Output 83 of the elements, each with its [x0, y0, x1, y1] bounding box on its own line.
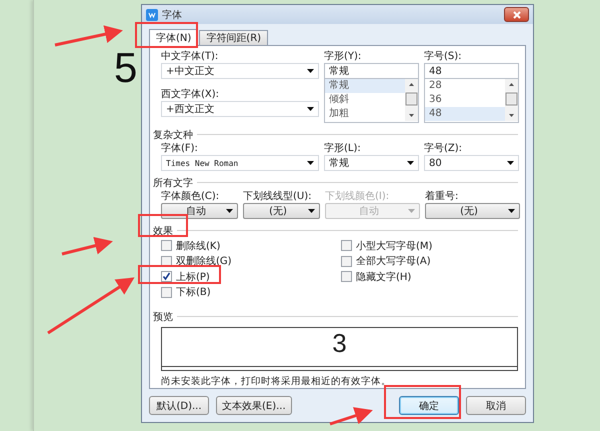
dropdown[interactable]: 常规 [324, 155, 419, 171]
checkbox-label: 双删除线(G) [176, 254, 232, 268]
checkbox-label: 全部大写字母(A) [356, 254, 431, 268]
app-icon [146, 8, 158, 20]
list-item[interactable]: 28 [425, 79, 505, 93]
dropdown[interactable]: +西文正文 [161, 101, 319, 117]
caret-icon [307, 107, 314, 111]
dropdown-value: +西文正文 [166, 102, 216, 116]
input-field[interactable]: 48 [424, 63, 519, 79]
checkbox[interactable] [161, 256, 172, 267]
tab[interactable]: 字符间距(R) [199, 30, 268, 45]
list-item[interactable]: 加粗 [325, 107, 405, 121]
dialog-button[interactable]: 取消 [466, 396, 526, 415]
dropdown-button[interactable]: (无) [243, 203, 320, 219]
field-label: 字号(S): [424, 50, 463, 63]
scrollbar[interactable] [505, 79, 518, 121]
caret-icon [308, 209, 315, 213]
notice-text: 尚未安装此字体，打印时将采用最相近的有效字体。 [161, 375, 392, 388]
arrow [54, 25, 123, 46]
dialog-button[interactable]: 文本效果(E)... [216, 396, 292, 415]
dropdown-value: 自动 [185, 205, 207, 218]
caret-icon [407, 161, 414, 165]
section-heading: 所有文字 [153, 176, 193, 190]
close-button[interactable] [504, 7, 529, 22]
scrollbar[interactable] [405, 79, 418, 121]
section-heading: 效果 [153, 224, 173, 238]
caret-icon [307, 161, 314, 165]
dropdown[interactable]: 80 [424, 155, 519, 171]
caret-icon [307, 69, 314, 73]
caret-icon [408, 209, 415, 213]
section-heading: 预览 [153, 310, 173, 324]
checkbox-label: 下标(B) [176, 286, 211, 300]
dropdown-value: 80 [429, 158, 443, 168]
checkbox-label: 删除线(K) [176, 240, 220, 253]
list-item[interactable]: 常规 [325, 79, 405, 93]
section-heading: 复杂文种 [153, 128, 193, 142]
list-item[interactable]: 倾斜 [325, 93, 405, 107]
checkbox-label: 小型大写字母(M) [356, 240, 432, 253]
field-label: 西文字体(X): [161, 88, 220, 101]
field-label: 字形(L): [324, 142, 362, 155]
dropdown-button[interactable]: 自动 [161, 203, 238, 219]
caret-icon [508, 209, 515, 213]
dropdown-value: 自动 [358, 205, 380, 218]
dialog-button[interactable]: 确定 [399, 396, 459, 415]
field-label: 着重号: [425, 190, 460, 203]
field-label: 字号(Z): [424, 142, 464, 155]
arrow [330, 407, 373, 426]
close-icon [512, 10, 520, 18]
checkbox-label: 隐藏文字(H) [356, 270, 412, 284]
field-label: 字体(F): [161, 142, 199, 155]
field-label: 中文字体(T): [161, 50, 220, 63]
dropdown-value: 常规 [329, 156, 350, 170]
checkbox-label: 上标(P) [176, 270, 210, 284]
checkbox[interactable] [161, 286, 172, 298]
dropdown[interactable]: Times New Roman [161, 155, 319, 171]
checkbox[interactable] [341, 256, 352, 267]
list-item[interactable]: 48 [425, 107, 505, 121]
field-label: 字形(Y): [324, 50, 362, 63]
dropdown[interactable]: +中文正文 [161, 63, 319, 79]
checkbox[interactable] [341, 240, 352, 252]
dropdown-value: Times New Roman [166, 158, 240, 168]
dropdown-button[interactable]: (无) [425, 203, 520, 219]
checkbox[interactable] [161, 240, 172, 252]
dropdown-value: (无) [268, 205, 288, 218]
caret-icon [226, 209, 233, 213]
document-text: 5 [114, 44, 138, 91]
caret-icon [507, 161, 514, 165]
dropdown-value: +中文正文 [166, 64, 216, 78]
checkbox[interactable] [341, 271, 352, 282]
checkbox[interactable] [161, 271, 172, 282]
list-item[interactable]: 36 [425, 93, 505, 107]
field-label: 字体颜色(C): [161, 190, 220, 203]
field-label: 下划线颜色(I): [325, 190, 390, 203]
highlight-frame [135, 22, 198, 48]
input-field[interactable]: 常规 [324, 63, 419, 79]
preview-sample: 3 [332, 328, 347, 360]
field-label: 下划线线型(U): [243, 190, 312, 203]
arrow [62, 236, 113, 256]
window-title: 字体 [162, 8, 182, 22]
tab[interactable]: 字体(N) [149, 29, 198, 46]
highlight-frame [138, 214, 188, 237]
dropdown-value: (无) [459, 205, 479, 218]
dialog-button[interactable]: 默认(D)... [149, 396, 209, 415]
